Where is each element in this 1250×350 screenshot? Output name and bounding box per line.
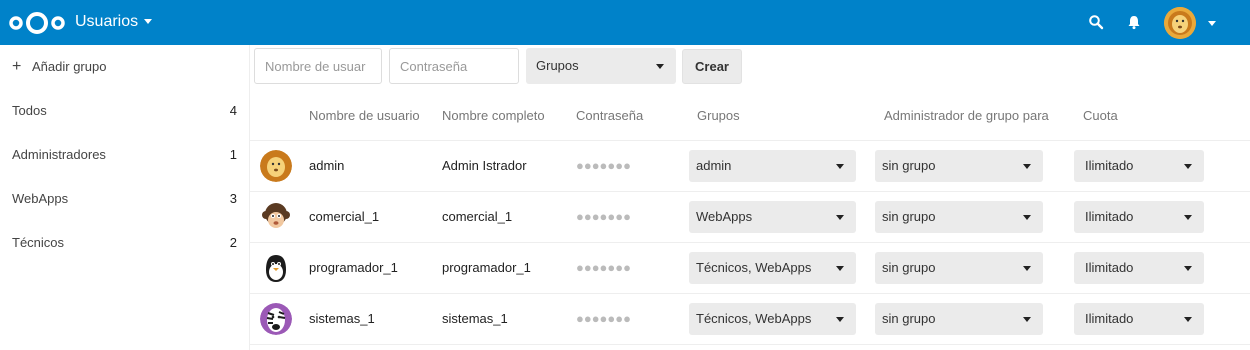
add-group-button[interactable]: + Añadir grupo <box>0 45 249 89</box>
user-avatar[interactable] <box>1164 7 1196 39</box>
subadmin-select[interactable]: sin grupo <box>875 201 1043 233</box>
chevron-down-icon <box>144 19 153 25</box>
group-count: 4 <box>229 103 237 118</box>
select-value: Ilimitado <box>1085 209 1134 224</box>
group-count: 1 <box>229 147 237 162</box>
chevron-down-icon <box>1023 215 1031 220</box>
group-count: 2 <box>229 235 237 250</box>
password-cell[interactable]: ●●●●●●● <box>576 260 631 275</box>
select-value: sin grupo <box>882 260 936 275</box>
fullname-cell[interactable]: comercial_1 <box>442 209 512 224</box>
divider <box>250 344 1250 345</box>
search-icon[interactable] <box>1088 14 1104 30</box>
password-cell[interactable]: ●●●●●●● <box>576 158 631 173</box>
subadmin-select[interactable]: sin grupo <box>875 150 1043 182</box>
chevron-down-icon <box>1023 164 1031 169</box>
group-count: 3 <box>229 191 237 206</box>
sidebar-item-todos[interactable]: Todos 4 <box>0 89 249 133</box>
create-user-button[interactable]: Crear <box>682 49 742 84</box>
select-value: Técnicos, WebApps <box>696 311 812 326</box>
username-cell: comercial_1 <box>309 209 380 224</box>
chevron-down-icon <box>1184 266 1192 271</box>
chevron-down-icon <box>836 164 844 169</box>
column-header-fullname[interactable]: Nombre completo <box>442 108 545 123</box>
username-cell: admin <box>309 158 345 173</box>
monkey-avatar <box>260 201 292 233</box>
sidebar-item-label: Técnicos <box>12 235 65 250</box>
subadmin-select[interactable]: sin grupo <box>875 252 1043 284</box>
sidebar-item-webapps[interactable]: WebApps 3 <box>0 177 249 221</box>
table-row: comercial_1 comercial_1 ●●●●●●● WebApps … <box>250 191 1250 242</box>
quota-select[interactable]: Ilimitado <box>1074 201 1204 233</box>
select-value: Ilimitado <box>1085 260 1134 275</box>
table-row: admin Admin Istrador ●●●●●●● admin sin g… <box>250 140 1250 191</box>
quota-select[interactable]: Ilimitado <box>1074 303 1204 335</box>
sidebar-item-label: Todos <box>12 103 47 118</box>
user-groups-select[interactable]: Técnicos, WebApps <box>689 303 856 335</box>
subadmin-select[interactable]: sin grupo <box>875 303 1043 335</box>
column-header-groups: Grupos <box>697 108 740 123</box>
chevron-down-icon <box>1023 266 1031 271</box>
app-title: Usuarios <box>75 13 139 30</box>
password-cell[interactable]: ●●●●●●● <box>576 209 631 224</box>
column-header-password: Contraseña <box>576 108 644 123</box>
username-cell: sistemas_1 <box>309 311 375 326</box>
fullname-cell[interactable]: sistemas_1 <box>442 311 508 326</box>
penguin-avatar <box>260 252 292 284</box>
zebra-avatar <box>260 303 292 335</box>
plus-icon: + <box>12 58 22 75</box>
table-row: sistemas_1 sistemas_1 ●●●●●●● Técnicos, … <box>250 293 1250 344</box>
top-header: Usuarios <box>0 0 1250 45</box>
user-groups-select[interactable]: Técnicos, WebApps <box>689 252 856 284</box>
new-user-groups-select[interactable]: Grupos <box>526 48 676 84</box>
app-menu-toggle[interactable]: Usuarios <box>75 13 153 31</box>
chevron-down-icon <box>1184 164 1192 169</box>
user-groups-select[interactable]: WebApps <box>689 201 856 233</box>
groups-select-label: Grupos <box>536 58 579 73</box>
select-value: admin <box>696 158 732 173</box>
column-header-subadmin: Administrador de grupo para <box>884 108 1049 123</box>
bell-icon[interactable] <box>1126 14 1142 30</box>
fullname-cell[interactable]: Admin Istrador <box>442 158 527 173</box>
quota-select[interactable]: Ilimitado <box>1074 252 1204 284</box>
table-row: programador_1 programador_1 ●●●●●●● Técn… <box>250 242 1250 293</box>
fullname-cell[interactable]: programador_1 <box>442 260 531 275</box>
select-value: sin grupo <box>882 158 936 173</box>
password-cell[interactable]: ●●●●●●● <box>576 311 631 326</box>
select-value: Ilimitado <box>1085 158 1134 173</box>
lion-avatar <box>260 150 292 182</box>
nextcloud-logo[interactable] <box>8 10 66 36</box>
select-value: sin grupo <box>882 209 936 224</box>
add-group-label: Añadir grupo <box>32 59 107 74</box>
select-value: Ilimitado <box>1085 311 1134 326</box>
groups-sidebar: + Añadir grupo Todos 4 Administradores 1 … <box>0 45 250 350</box>
quota-select[interactable]: Ilimitado <box>1074 150 1204 182</box>
chevron-down-icon <box>836 317 844 322</box>
select-value: WebApps <box>696 209 753 224</box>
column-header-username[interactable]: Nombre de usuario <box>309 108 420 123</box>
chevron-down-icon <box>836 215 844 220</box>
chevron-down-icon <box>656 64 664 69</box>
chevron-down-icon <box>1184 317 1192 322</box>
username-cell: programador_1 <box>309 260 398 275</box>
new-username-input[interactable] <box>254 48 382 84</box>
column-header-quota: Cuota <box>1083 108 1118 123</box>
users-content: Grupos Crear Nombre de usuario Nombre co… <box>250 45 1250 350</box>
chevron-down-icon <box>1184 215 1192 220</box>
chevron-down-icon <box>1023 317 1031 322</box>
sidebar-item-administradores[interactable]: Administradores 1 <box>0 133 249 177</box>
sidebar-item-tecnicos[interactable]: Técnicos 2 <box>0 221 249 265</box>
sidebar-item-label: WebApps <box>12 191 69 206</box>
chevron-down-icon[interactable] <box>1208 21 1216 26</box>
chevron-down-icon <box>836 266 844 271</box>
user-groups-select[interactable]: admin <box>689 150 856 182</box>
sidebar-item-label: Administradores <box>12 147 106 162</box>
select-value: sin grupo <box>882 311 936 326</box>
select-value: Técnicos, WebApps <box>696 260 812 275</box>
new-password-input[interactable] <box>389 48 519 84</box>
